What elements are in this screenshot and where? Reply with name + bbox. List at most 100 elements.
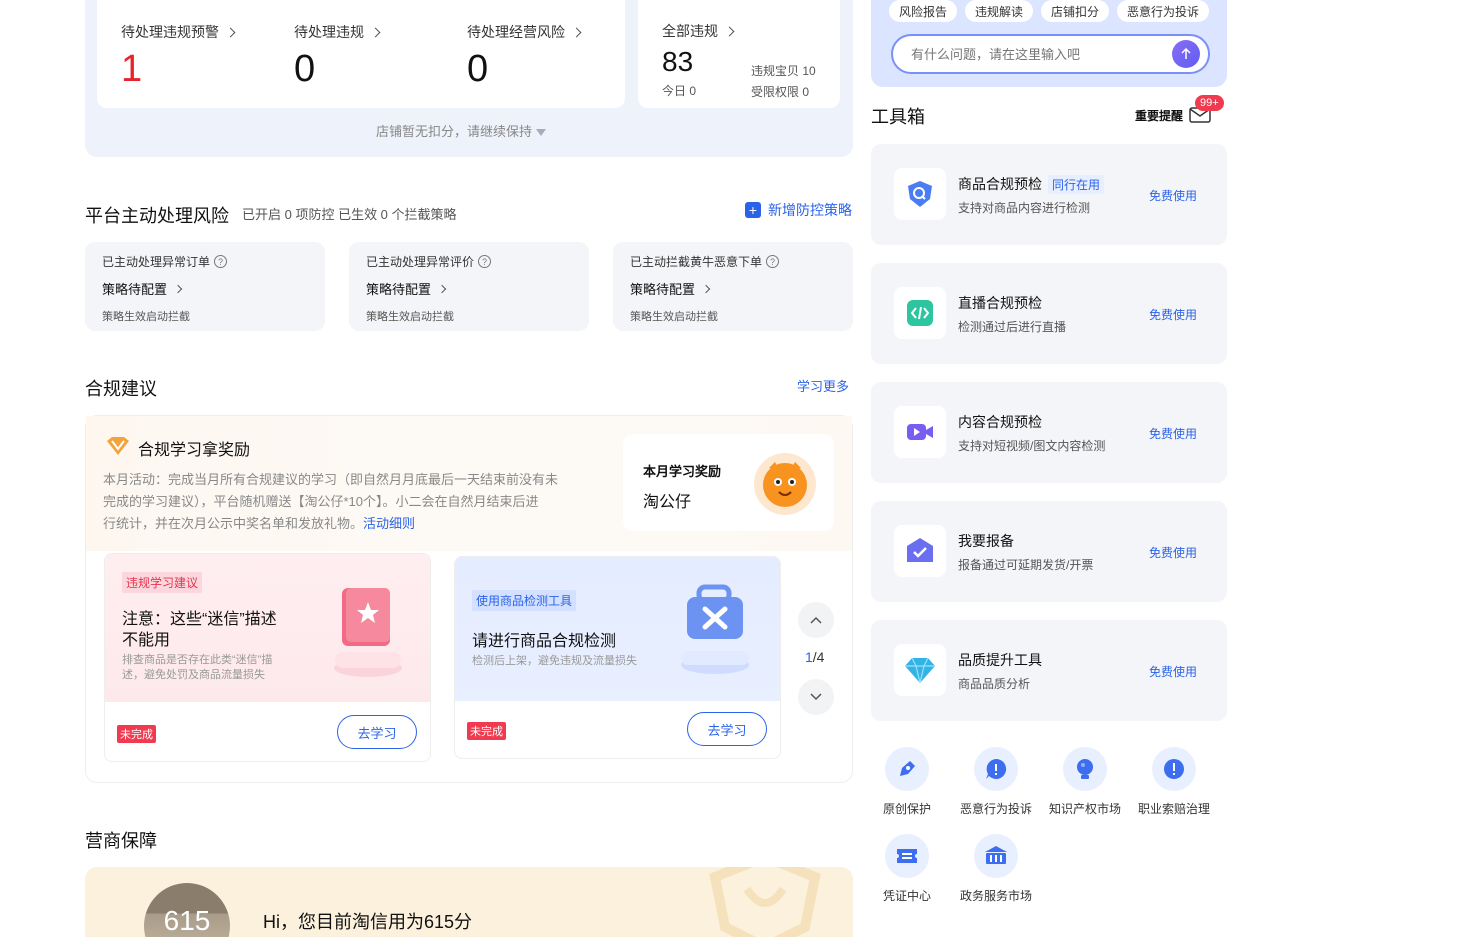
quick-label: 知识产权市场 xyxy=(1048,802,1121,816)
guarantee-banner: 615 Hi，您目前淘信用为615分 xyxy=(85,867,853,937)
chevron-down-icon xyxy=(810,693,822,701)
risk-card-status: 策略待配置 xyxy=(630,282,696,297)
learn-card-tag: 违规学习建议 xyxy=(122,572,203,593)
activity-rules-link[interactable]: 活动细则 xyxy=(363,516,415,531)
learn-card-desc-line: 排查商品是否存在此类“迷信”描 xyxy=(122,654,273,666)
learn-card-product-check[interactable]: 使用商品检测工具 请进行商品合规检测 检测后上架，避免违规及流量损失 未完成 去… xyxy=(454,556,781,759)
free-use-link[interactable]: 免费使用 xyxy=(1149,663,1197,680)
go-learn-button[interactable]: 去学习 xyxy=(687,712,767,746)
today-count: 今日 0 xyxy=(662,84,697,98)
free-use-link[interactable]: 免费使用 xyxy=(1149,544,1197,561)
chip-store-deduction[interactable]: 店铺扣分 xyxy=(1041,0,1110,22)
stat-value: 0 xyxy=(294,48,316,90)
chevron-right-icon xyxy=(724,26,735,36)
reward-title: 合规学习拿奖励 xyxy=(138,442,251,459)
all-violations-card[interactable]: 全部违规 83 今日 0 违规宝贝 10 受限权限 0 xyxy=(638,0,840,108)
tool-icon xyxy=(894,168,946,220)
learn-card-superstition[interactable]: 违规学习建议 注意：这些“迷信”描述 不能用 排查商品是否存在此类“迷信”描 述… xyxy=(104,553,431,762)
chip-violation-interpret[interactable]: 违规解读 xyxy=(965,0,1034,22)
help-icon[interactable]: ? xyxy=(478,255,492,268)
help-icon[interactable]: ? xyxy=(766,255,780,268)
assistant-input[interactable] xyxy=(891,34,1210,74)
stat-label: 全部违规 xyxy=(662,23,718,39)
risk-card-desc: 策略生效启动拦截 xyxy=(102,311,190,323)
toolbox-icon xyxy=(673,581,763,686)
learn-card-desc: 排查商品是否存在此类“迷信”描 述，避免处罚及商品流量损失 xyxy=(122,653,312,683)
tool-card-report[interactable]: 我要报备 报备通过可延期发货/开票 免费使用 xyxy=(871,501,1227,602)
chip-risk-report[interactable]: 风险报告 xyxy=(889,0,958,22)
quick-claim-governance[interactable]: 职业索赔治理 xyxy=(1134,747,1214,817)
reward-description: 本月活动：完成当月所有合规建议的学习（即自然月月底最后一天结束前没有未 完成的学… xyxy=(103,469,603,535)
pen-icon xyxy=(900,761,915,776)
learn-more-link[interactable]: 学习更多 xyxy=(797,376,849,395)
shield-search-icon xyxy=(908,181,932,207)
credit-score-value: 615 xyxy=(163,905,211,936)
quick-voucher-center[interactable]: 凭证中心 xyxy=(876,834,938,904)
tool-card-content-check[interactable]: 内容合规预检 支持对短视频/图文内容检测 免费使用 xyxy=(871,382,1227,483)
chip-malicious-complaint[interactable]: 恶意行为投诉 xyxy=(1117,0,1210,22)
learn-card-title-line: 注意：这些“迷信”描述 xyxy=(122,611,277,628)
quick-malicious-complaint[interactable]: 恶意行为投诉 xyxy=(956,747,1036,817)
pager-down-button[interactable] xyxy=(798,679,834,715)
add-strategy-label: 新增防控策略 xyxy=(768,202,852,218)
learn-card-desc: 检测后上架，避免违规及流量损失 xyxy=(472,655,637,667)
risk-card-reviews[interactable]: 已主动处理异常评价? 策略待配置 策略生效启动拦截 xyxy=(349,242,589,331)
reward-desc-line: 完成的学习建议），平台随机赠送【淘公仔*10个】。小二会在自然月结束后进 xyxy=(103,494,539,509)
quick-original-protection[interactable]: 原创保护 xyxy=(876,747,938,817)
reward-desc-line: 行统计，并在次月公示中奖名单和发放礼物。 xyxy=(103,516,364,531)
free-use-link[interactable]: 免费使用 xyxy=(1149,306,1197,323)
add-strategy-button[interactable]: + 新增防控策略 xyxy=(745,200,852,220)
risk-card-title: 已主动拦截黄牛恶意下单 xyxy=(630,255,763,269)
quick-ip-market[interactable]: 知识产权市场 xyxy=(1045,747,1125,817)
quick-icon xyxy=(974,747,1018,791)
free-use-link[interactable]: 免费使用 xyxy=(1149,187,1197,204)
tool-name: 直播合规预检 xyxy=(958,295,1042,311)
assistant-input-field[interactable] xyxy=(911,44,1161,64)
stat-value: 0 xyxy=(467,48,489,90)
tool-card-quality[interactable]: 品质提升工具 商品品质分析 免费使用 xyxy=(871,620,1227,721)
risk-card-desc: 策略生效启动拦截 xyxy=(630,311,718,323)
risk-card-status: 策略待配置 xyxy=(102,282,168,297)
tool-name: 我要报备 xyxy=(958,533,1014,549)
learn-card-title-line: 不能用 xyxy=(122,632,171,649)
tool-card-product-check[interactable]: 商品合规预检 同行在用 支持对商品内容进行检测 免费使用 xyxy=(871,144,1227,245)
item-violation-count: 违规宝贝 10 xyxy=(751,64,816,78)
bulb-icon xyxy=(1077,759,1093,779)
tool-desc: 商品品质分析 xyxy=(958,677,1031,691)
tool-icon xyxy=(894,406,946,458)
tool-desc: 检测通过后进行直播 xyxy=(958,320,1067,334)
compliance-title: 合规建议 xyxy=(85,379,157,399)
tool-card-live-check[interactable]: 直播合规预检 检测通过后进行直播 免费使用 xyxy=(871,263,1227,364)
chevron-right-icon xyxy=(571,27,582,37)
free-use-link[interactable]: 免费使用 xyxy=(1149,425,1197,442)
tool-icon xyxy=(894,644,946,696)
pending-warning-stat[interactable]: 待处理违规预警 1 xyxy=(121,22,236,91)
help-icon[interactable]: ? xyxy=(214,255,228,268)
learn-card-tag: 使用商品检测工具 xyxy=(472,590,577,611)
risk-section-title: 平台主动处理风险 xyxy=(85,206,229,226)
tool-desc: 支持对商品内容进行检测 xyxy=(958,201,1091,215)
quick-icon xyxy=(1152,747,1196,791)
chevron-right-icon xyxy=(225,27,236,37)
risk-card-orders[interactable]: 已主动处理异常订单? 策略待配置 策略生效启动拦截 xyxy=(85,242,325,331)
learn-card-desc-line: 述，避免处罚及商品流量损失 xyxy=(122,669,265,681)
monthly-reward-item: 淘公仔 xyxy=(643,494,692,511)
caret-down-icon[interactable] xyxy=(536,129,547,137)
incomplete-badge: 未完成 xyxy=(467,722,506,740)
pending-violation-stat[interactable]: 待处理违规 0 xyxy=(294,22,381,91)
send-button[interactable] xyxy=(1172,40,1200,68)
pending-risk-stat[interactable]: 待处理经营风险 0 xyxy=(467,22,582,91)
quick-label: 政务服务市场 xyxy=(959,889,1032,903)
tool-icon xyxy=(894,525,946,577)
stat-value: 83 xyxy=(662,46,694,77)
stat-label: 待处理违规预警 xyxy=(121,24,219,40)
pager-indicator: 1/4 xyxy=(805,649,824,665)
pager-up-button[interactable] xyxy=(798,602,834,638)
risk-card-scalpers[interactable]: 已主动拦截黄牛恶意下单? 策略待配置 策略生效启动拦截 xyxy=(613,242,853,331)
quick-gov-service-market[interactable]: 政务服务市场 xyxy=(956,834,1036,904)
stat-label: 待处理违规 xyxy=(294,24,364,40)
tool-icon xyxy=(894,287,946,339)
tool-desc: 支持对短视频/图文内容检测 xyxy=(958,439,1106,453)
go-learn-button[interactable]: 去学习 xyxy=(337,715,417,749)
tool-name: 商品合规预检 xyxy=(958,176,1042,192)
